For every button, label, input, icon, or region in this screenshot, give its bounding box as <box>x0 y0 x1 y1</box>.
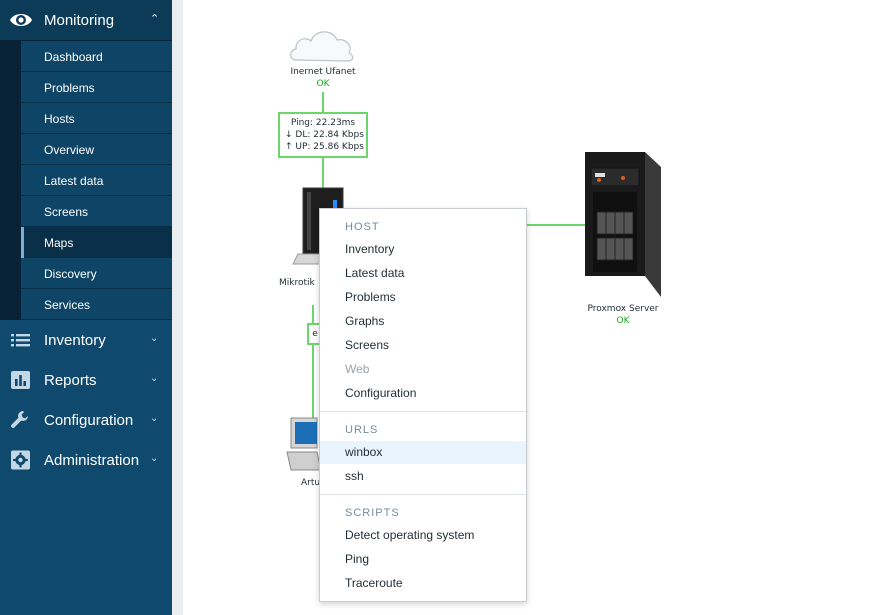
menu-header-scripts: SCRIPTS <box>345 507 400 519</box>
menu-item-inventory[interactable]: Inventory <box>320 238 526 261</box>
menu-item-label: Web <box>345 362 370 376</box>
sidebar-item-overview[interactable]: Overview <box>21 134 172 165</box>
menu-item-label: Latest data <box>345 266 405 280</box>
link-download: ↓ DL: 22.84 Kbps <box>285 130 364 140</box>
context-menu: HOST Inventory Latest data Problems Grap… <box>319 208 527 602</box>
sidebar-item-label: Discovery <box>44 267 97 281</box>
menu-item-label: Ping <box>345 552 370 566</box>
menu-item-label: Traceroute <box>345 576 403 590</box>
sidebar-item-label: Maps <box>44 236 74 250</box>
chevron-up-icon: ⌃ <box>150 13 160 25</box>
sidebar-item-label: Screens <box>44 205 89 219</box>
sidebar-item-maps[interactable]: Maps <box>21 227 172 258</box>
gear-icon <box>11 450 30 470</box>
link-ping: Ping: 22.23ms <box>290 118 356 128</box>
menu-item-traceroute[interactable]: Traceroute <box>320 572 526 595</box>
menu-item-configuration[interactable]: Configuration <box>320 382 526 405</box>
nav-reports[interactable]: Reports ⌄ <box>0 360 172 400</box>
menu-item-screens[interactable]: Screens <box>320 334 526 357</box>
nav-administration[interactable]: Administration ⌄ <box>0 440 172 480</box>
chevron-down-icon: ⌄ <box>150 373 159 384</box>
nav-inventory[interactable]: Inventory ⌄ <box>0 320 172 360</box>
link-label-text: e <box>312 329 318 339</box>
node-label-internet: Inernet Ufanet <box>290 67 356 77</box>
menu-item-label: Inventory <box>345 242 395 256</box>
menu-item-web: Web <box>320 358 526 381</box>
sidebar-item-label: Dashboard <box>44 50 103 64</box>
nav-inventory-label: Inventory <box>44 332 106 349</box>
bar-chart-icon <box>11 371 30 389</box>
nav-monitoring-label: Monitoring <box>44 12 115 29</box>
node-status-internet: OK <box>316 79 330 89</box>
menu-header-urls: URLS <box>345 424 379 436</box>
sidebar-item-screens[interactable]: Screens <box>21 196 172 227</box>
menu-item-latest-data[interactable]: Latest data <box>320 262 526 285</box>
eye-icon <box>10 14 32 26</box>
list-icon <box>11 334 30 347</box>
menu-item-problems[interactable]: Problems <box>320 286 526 309</box>
menu-item-label: Screens <box>345 338 390 352</box>
nav-reports-label: Reports <box>44 372 97 389</box>
map-canvas: Inernet Ufanet OK Mikrotik Proxmox Serve… <box>183 0 885 615</box>
menu-item-detect-os[interactable]: Detect operating system <box>320 524 526 547</box>
sidebar-item-label: Overview <box>44 143 95 157</box>
menu-item-label: Graphs <box>345 314 385 328</box>
menu-item-winbox[interactable]: winbox <box>320 441 526 464</box>
link-label-internet: Ping: 22.23ms ↓ DL: 22.84 Kbps ↑ UP: 25.… <box>278 112 368 158</box>
sidebar-item-label: Problems <box>44 81 95 95</box>
chevron-down-icon: ⌄ <box>150 333 159 344</box>
menu-item-graphs[interactable]: Graphs <box>320 310 526 333</box>
nav-administration-label: Administration <box>44 452 140 469</box>
wrench-icon <box>11 411 29 428</box>
node-status-proxmox: OK <box>616 316 630 326</box>
chevron-down-icon: ⌄ <box>150 413 159 424</box>
sidebar-item-label: Services <box>44 298 91 312</box>
nav-configuration-label: Configuration <box>44 412 134 429</box>
menu-item-label: Configuration <box>345 386 417 400</box>
link-upload: ↑ UP: 25.86 Kbps <box>285 142 364 152</box>
node-label-proxmox: Proxmox Server <box>587 304 659 314</box>
sidebar-item-latest-data[interactable]: Latest data <box>21 165 172 196</box>
menu-item-label: Problems <box>345 290 396 304</box>
menu-divider <box>320 411 526 412</box>
sidebar-item-label: Latest data <box>44 174 104 188</box>
sidebar-item-problems[interactable]: Problems <box>21 72 172 103</box>
menu-item-label: winbox <box>345 445 383 459</box>
monitoring-submenu: Dashboard Problems Hosts Overview Latest… <box>0 40 172 320</box>
sidebar: Monitoring ⌃ Dashboard Problems Hosts Ov… <box>0 0 172 615</box>
menu-header-host: HOST <box>345 221 380 233</box>
node-label-workstation: Artu <box>301 478 321 488</box>
sidebar-item-label: Hosts <box>44 112 75 126</box>
sidebar-item-hosts[interactable]: Hosts <box>21 103 172 134</box>
sidebar-item-dashboard[interactable]: Dashboard <box>21 41 172 72</box>
nav-monitoring[interactable]: Monitoring ⌃ <box>0 0 172 40</box>
menu-divider <box>320 494 526 495</box>
menu-item-ssh[interactable]: ssh <box>320 465 526 488</box>
sidebar-item-discovery[interactable]: Discovery <box>21 258 172 289</box>
network-map <box>286 31 661 471</box>
cloud-icon[interactable] <box>290 31 354 62</box>
computer-icon[interactable] <box>286 417 322 471</box>
menu-item-label: Detect operating system <box>345 528 475 542</box>
server-icon[interactable] <box>585 152 661 297</box>
menu-item-ping[interactable]: Ping <box>320 548 526 571</box>
nav-configuration[interactable]: Configuration ⌄ <box>0 400 172 440</box>
menu-item-label: ssh <box>345 469 364 483</box>
sidebar-item-services[interactable]: Services <box>21 289 172 320</box>
chevron-down-icon: ⌄ <box>150 453 159 464</box>
